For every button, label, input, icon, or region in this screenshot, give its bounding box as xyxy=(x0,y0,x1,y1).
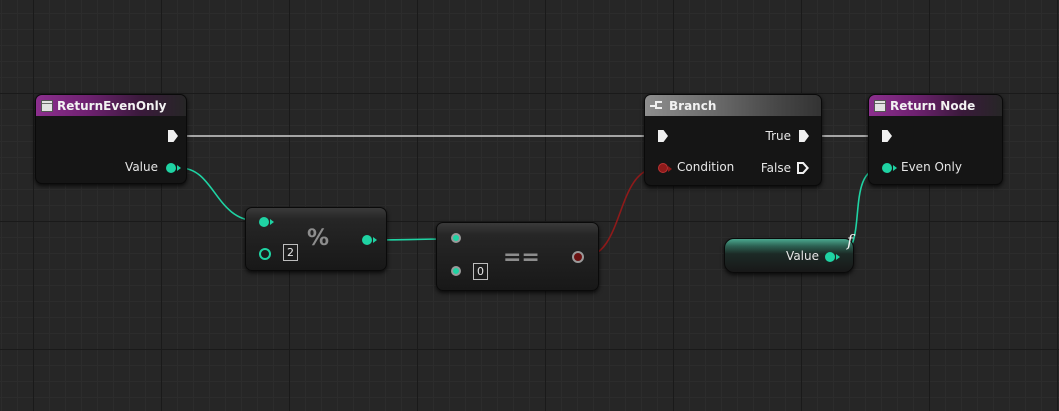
modulo-input-a-pin[interactable] xyxy=(259,217,274,227)
branch-icon xyxy=(650,100,664,112)
integer-pin-icon xyxy=(451,233,461,243)
function-glyph-icon: f xyxy=(847,231,853,250)
integer-pin-icon xyxy=(362,235,377,245)
true-label: True xyxy=(765,129,792,143)
branch-title: Branch xyxy=(669,98,717,113)
return-node-header: Return Node xyxy=(869,95,1002,116)
return-exec-in-pin[interactable] xyxy=(882,130,892,142)
variable-output-pin[interactable] xyxy=(825,252,840,262)
integer-pin-icon xyxy=(825,252,840,262)
false-label: False xyxy=(760,161,791,175)
function-entry-header: ReturnEvenOnly xyxy=(36,95,186,116)
equals-output-pin[interactable] xyxy=(572,251,584,263)
branch-true-pin[interactable] xyxy=(799,130,809,142)
value-variable-node[interactable]: Value f xyxy=(724,231,854,273)
modulo-output-pin[interactable] xyxy=(362,235,377,245)
return-node-title: Return Node xyxy=(890,98,976,113)
even-only-label: Even Only xyxy=(901,160,962,174)
equals-compare-field[interactable]: 0 xyxy=(473,263,488,280)
function-icon xyxy=(41,99,53,112)
wires-layer xyxy=(179,135,883,258)
equals-symbol: == xyxy=(503,245,540,270)
boolean-pin-icon xyxy=(658,163,672,173)
branch-condition-pin[interactable] xyxy=(658,163,672,173)
branch-false-pin[interactable] xyxy=(797,162,809,174)
function-icon xyxy=(874,99,886,112)
integer-pin-icon xyxy=(882,163,897,173)
exec-arrow-empty-icon xyxy=(797,162,809,174)
exec-arrow-icon xyxy=(168,130,178,142)
exec-arrow-icon xyxy=(882,130,892,142)
exec-arrow-icon xyxy=(658,130,668,142)
integer-pin-icon xyxy=(166,163,181,173)
modulo-symbol: % xyxy=(307,226,330,251)
branch-header: Branch xyxy=(645,95,821,116)
value-out-pin[interactable] xyxy=(166,163,181,173)
integer-pin-empty-icon xyxy=(259,248,271,260)
modulo-node[interactable]: 2 % xyxy=(245,207,387,271)
equals-input-b-pin[interactable] xyxy=(451,266,461,276)
integer-pin-icon xyxy=(259,217,274,227)
exec-arrow-icon xyxy=(799,130,809,142)
even-only-pin[interactable] xyxy=(882,163,897,173)
equals-input-a-pin[interactable] xyxy=(451,233,461,243)
modulo-divisor-field[interactable]: 2 xyxy=(283,244,298,261)
condition-label: Condition xyxy=(677,160,735,174)
function-entry-node[interactable]: ReturnEvenOnly Value xyxy=(35,94,187,184)
modulo-input-b-pin[interactable] xyxy=(259,248,271,260)
integer-pin-icon xyxy=(451,266,461,276)
branch-exec-in-pin[interactable] xyxy=(658,130,668,142)
value-label: Value xyxy=(125,160,158,174)
function-entry-title: ReturnEvenOnly xyxy=(57,98,167,113)
return-node[interactable]: Return Node Even Only xyxy=(868,94,1003,185)
equals-node[interactable]: 0 == xyxy=(436,222,599,291)
boolean-pin-icon xyxy=(572,251,584,263)
exec-out-pin[interactable] xyxy=(168,130,178,142)
variable-value-label: Value xyxy=(786,249,819,263)
branch-node[interactable]: Branch Condition True False xyxy=(644,94,822,186)
